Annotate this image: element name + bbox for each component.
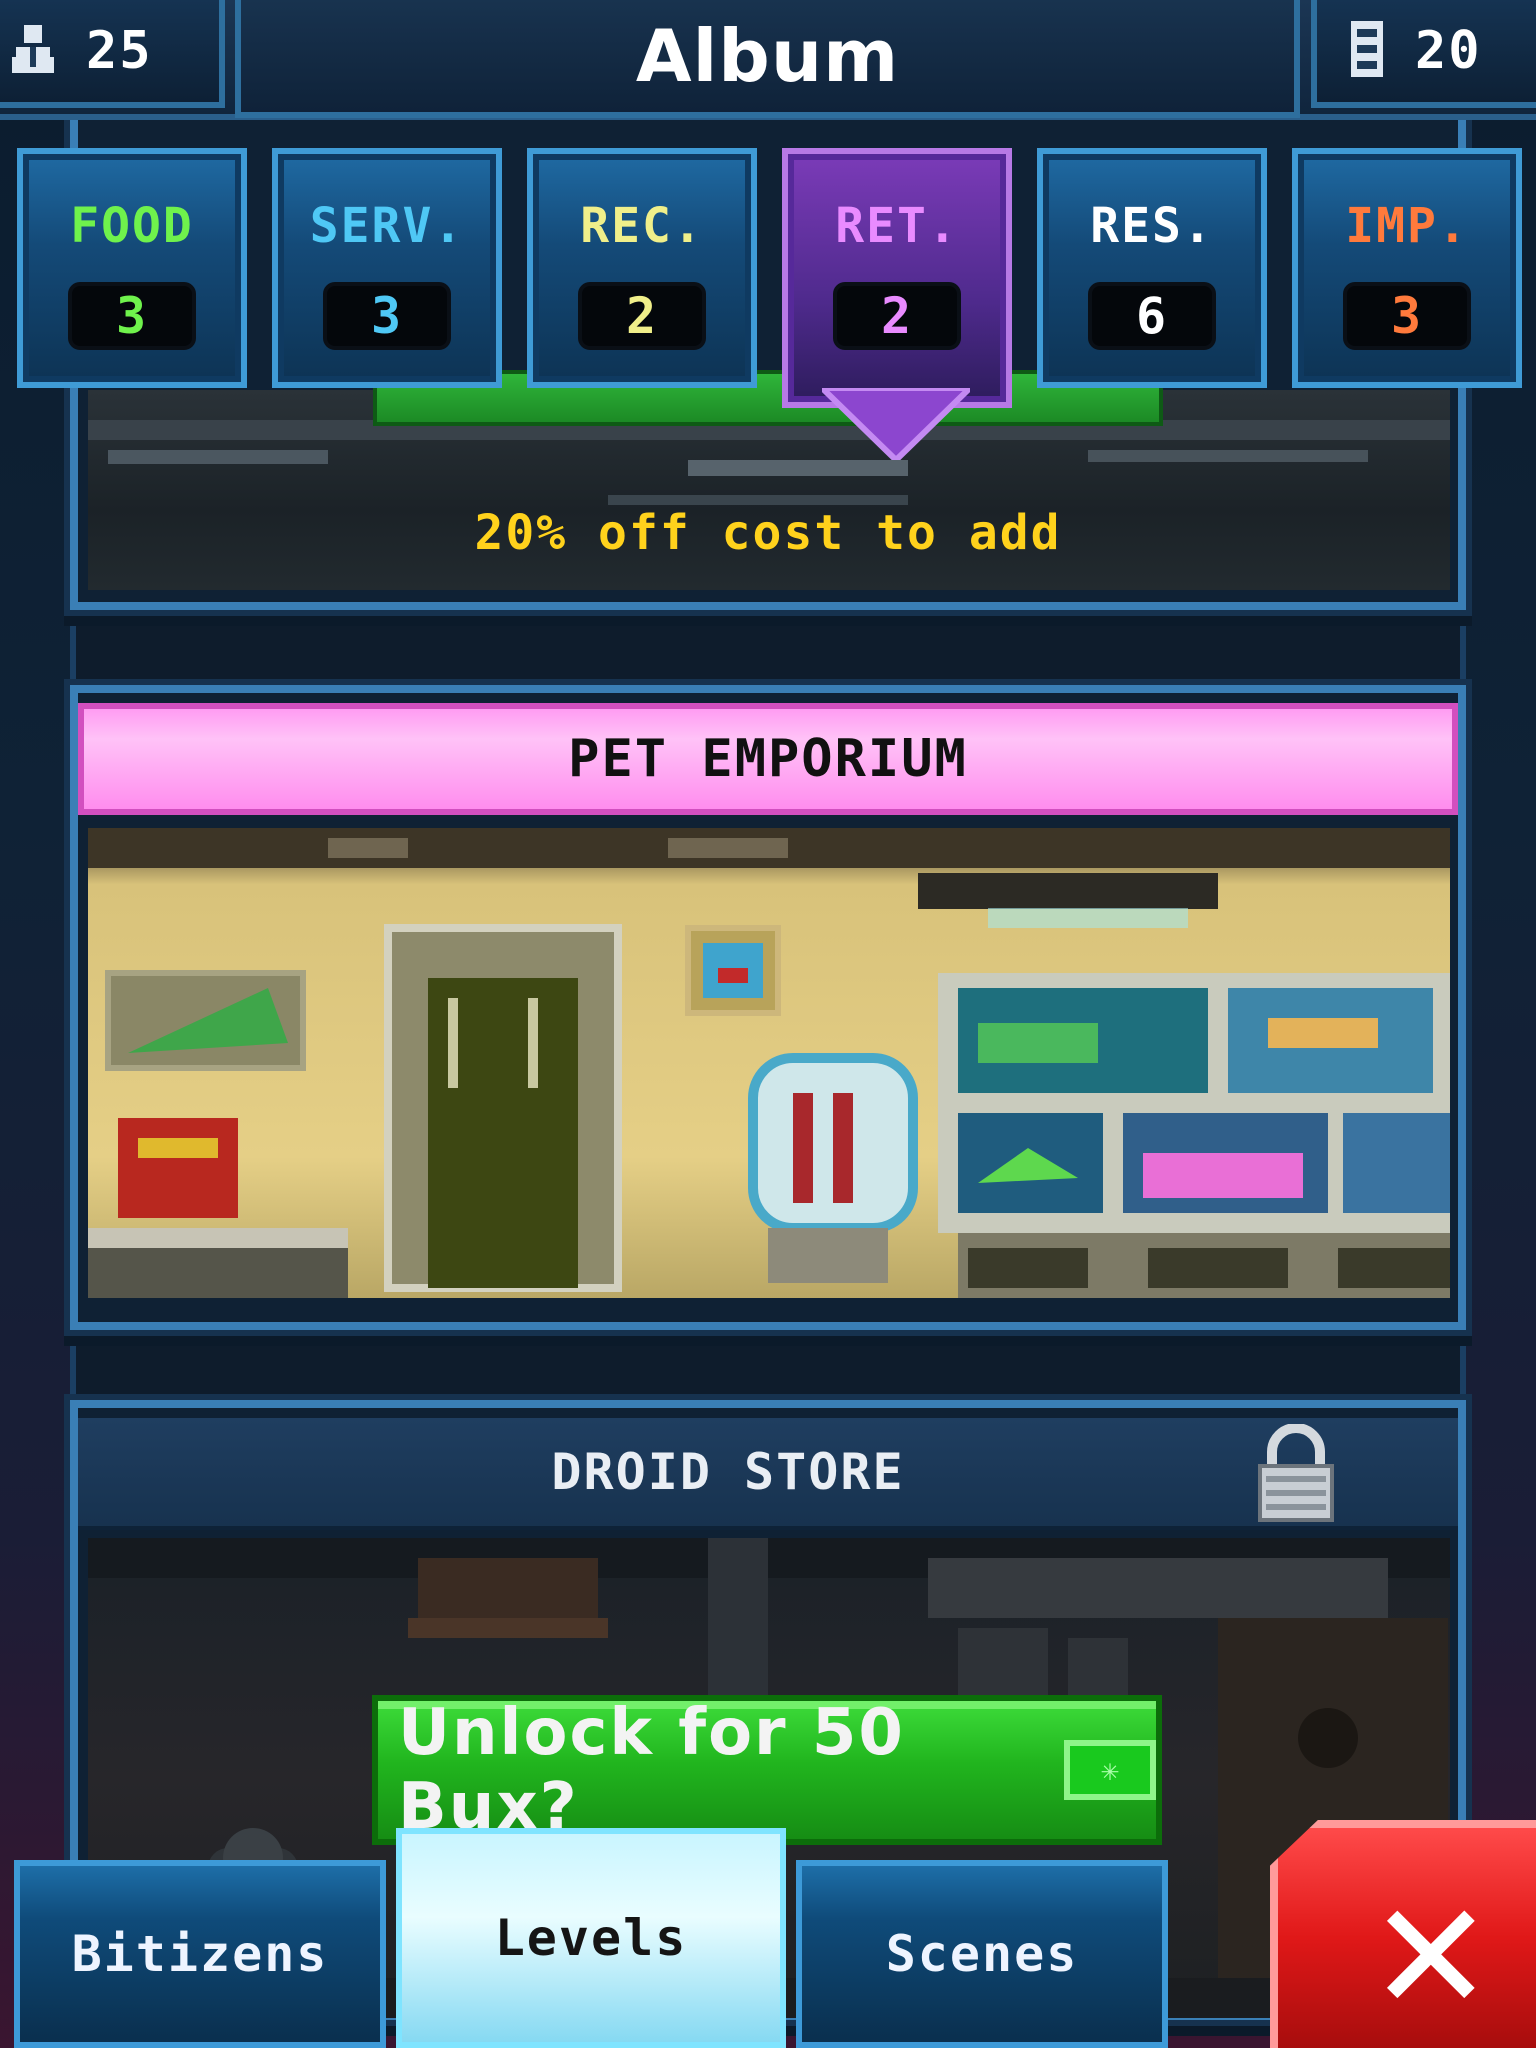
tab-label: SERV.	[309, 198, 465, 254]
close-icon: ✕	[1368, 1871, 1494, 2045]
bitizen-icon	[8, 21, 58, 81]
level-title-bar: PET EMPORIUM	[78, 703, 1458, 815]
level-title: DROID STORE	[551, 1443, 905, 1501]
unlock-label: Unlock for 50 Bux?	[398, 1696, 905, 1844]
level-title-bar: DROID STORE	[78, 1418, 1458, 1530]
floors-count: 20	[1415, 21, 1482, 81]
level-bonus-text: 20% off cost to add	[474, 505, 1062, 561]
tab-count: 2	[578, 282, 706, 350]
nav-levels-button[interactable]: Levels	[396, 1828, 786, 2048]
tab-retail[interactable]: RET. 2	[782, 148, 1012, 408]
bitizens-counter[interactable]: 25	[0, 0, 225, 108]
tab-imperial[interactable]: IMP. 3	[1292, 148, 1522, 388]
nav-label: Bitizens	[71, 1925, 329, 1983]
tab-label: FOOD	[70, 198, 194, 254]
tab-count: 6	[1088, 282, 1216, 350]
tab-count: 3	[1343, 282, 1471, 350]
tab-recreation[interactable]: REC. 2	[527, 148, 757, 388]
tab-label: RET.	[835, 198, 959, 254]
tab-residential[interactable]: RES. 6	[1037, 148, 1267, 388]
page-title-box: Album	[235, 0, 1300, 118]
lock-icon	[1254, 1423, 1338, 1536]
nav-scenes-button[interactable]: Scenes	[796, 1860, 1168, 2048]
floors-counter[interactable]: 20	[1311, 0, 1536, 108]
pet-emporium-scene	[88, 828, 1450, 1298]
tab-label: RES.	[1090, 198, 1214, 254]
unlock-level-button[interactable]: Unlock for 50 Bux? ✳	[372, 1695, 1162, 1845]
nav-label: Scenes	[885, 1925, 1079, 1983]
bitizens-count: 25	[86, 21, 153, 81]
level-card-pet-emporium[interactable]: PET EMPORIUM	[70, 685, 1466, 1330]
active-tab-pointer	[822, 388, 970, 460]
elevator-icon	[1347, 19, 1387, 83]
page-title: Album	[635, 14, 900, 98]
tab-count: 3	[323, 282, 451, 350]
tab-label: REC.	[580, 198, 704, 254]
tab-label: IMP.	[1345, 198, 1469, 254]
tab-food[interactable]: FOOD 3	[17, 148, 247, 388]
top-bar: 25 Album 20	[0, 0, 1536, 120]
category-tabs: FOOD 3 SERV. 3 REC. 2 RET. 2 RES. 6 IMP.…	[0, 140, 1536, 408]
nav-label: Levels	[494, 1909, 688, 1967]
nav-bitizens-button[interactable]: Bitizens	[14, 1860, 386, 2048]
level-title: PET EMPORIUM	[568, 729, 968, 789]
close-button[interactable]: ✕	[1270, 1820, 1536, 2048]
tab-service[interactable]: SERV. 3	[272, 148, 502, 388]
bux-icon: ✳	[1063, 1740, 1156, 1800]
tab-count: 2	[833, 282, 961, 350]
tab-count: 3	[68, 282, 196, 350]
